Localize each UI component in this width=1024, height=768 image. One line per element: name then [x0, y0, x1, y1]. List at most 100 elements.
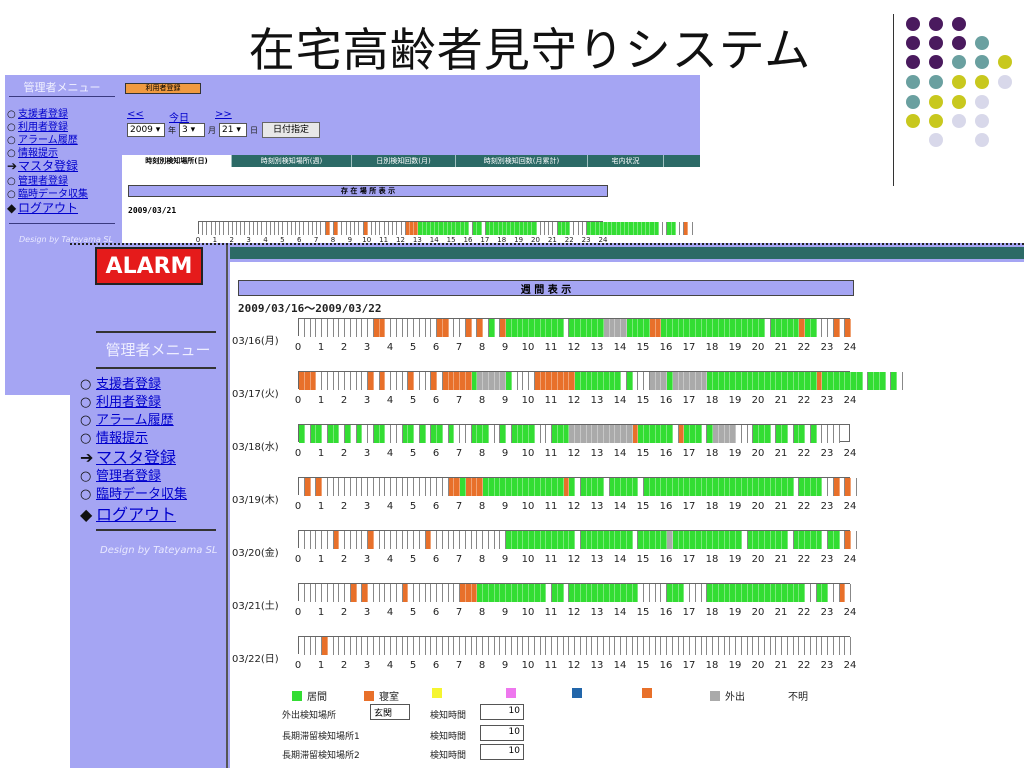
legend-item [506, 688, 521, 698]
hour-tick: 3 [363, 607, 371, 618]
decorative-dot [952, 95, 966, 109]
legend-label: 外出 [725, 692, 745, 703]
day-label: 03/18(水) [232, 442, 279, 453]
hour-tick: 15 [636, 448, 650, 459]
hour-tick: 5 [409, 342, 417, 353]
hour-tick: 11 [544, 607, 558, 618]
hour-axis: 0 1 2 3 4 5 6 7 8 9 10 11 12 13 14 15 16 17 18 19 20 21 22 23 24 [295, 660, 857, 672]
hour-tick: 5 [409, 660, 417, 671]
time-slot [688, 222, 693, 235]
hour-tick: 17 [682, 660, 696, 671]
nav-prev-link[interactable]: << [127, 109, 144, 120]
day-label: 03/16(月) [232, 336, 279, 347]
back-tab[interactable]: 宅内状況 [588, 155, 664, 167]
hour-tick: 6 [432, 342, 440, 353]
decorative-dot [929, 75, 943, 89]
outing-time-input[interactable]: 10 [480, 704, 524, 720]
slide-title: 在宅高齢者見守りシステム [248, 23, 812, 77]
month-select[interactable]: 3 ▾ [179, 123, 205, 137]
legend-label: 居間 [307, 692, 327, 703]
hour-tick: 12 [567, 342, 581, 353]
hour-tick: 1 [317, 501, 325, 512]
hour-tick: 3 [363, 501, 371, 512]
month-suffix: 月 [208, 126, 216, 135]
legend-swatch [292, 690, 302, 701]
menu-bullet-icon: ○ [80, 377, 92, 392]
decorative-dot [952, 114, 966, 128]
nav-today-link[interactable]: 今日 [169, 109, 189, 124]
legend-swatch [364, 690, 374, 701]
hour-tick: 4 [386, 395, 394, 406]
user-register-button[interactable]: 利用者登録 [125, 83, 201, 94]
back-menu-title: 管理者メニュー [23, 81, 101, 94]
front-menu-item[interactable]: ◆ ログアウト [80, 501, 176, 525]
hour-tick: 1 [317, 607, 325, 618]
legend-item: 居間 [292, 688, 327, 703]
outing-time-label: 検知時間 [430, 711, 467, 721]
stay1-time-input[interactable]: 10 [480, 725, 524, 741]
day-bar [298, 477, 857, 496]
hour-tick: 21 [774, 342, 788, 353]
back-tab[interactable]: 時刻別検知場所(日) [122, 155, 232, 167]
week-header: 週 間 表 示 [238, 280, 854, 296]
front-menu-item[interactable]: ○ 臨時データ収集 [80, 483, 187, 502]
hour-tick: 15 [636, 395, 650, 406]
alarm-button[interactable]: ALARM [95, 247, 203, 285]
dotted-border [70, 243, 1024, 245]
menu-bullet-icon: ○ [80, 487, 92, 502]
menu-bullet-icon: ○ [80, 395, 92, 410]
decorative-dot [975, 95, 989, 109]
back-menu-item[interactable]: ○ 臨時データ収集 [7, 185, 88, 200]
day-label: 03/17(火) [232, 389, 279, 400]
hour-tick: 14 [613, 342, 627, 353]
legend-swatch [506, 688, 516, 698]
hour-tick: 8 [478, 395, 486, 406]
hour-tick: 23 [820, 501, 834, 512]
back-tab[interactable]: 時刻別検知回数(月累計) [456, 155, 588, 167]
hour-tick: 13 [590, 554, 604, 565]
hour-tick: 14 [613, 395, 627, 406]
hour-tick: 4 [386, 448, 394, 459]
year-select[interactable]: 2009 ▾ [127, 123, 165, 137]
hour-tick: 10 [521, 607, 535, 618]
stay2-time-input[interactable]: 10 [480, 744, 524, 760]
hour-tick: 16 [659, 607, 673, 618]
hour-tick: 19 [728, 554, 742, 565]
front-menu-item[interactable]: ○ 支援者登録 [80, 373, 161, 392]
back-tab[interactable]: 日別検知回数(月) [352, 155, 456, 167]
hour-tick: 7 [455, 607, 463, 618]
decorative-dot [975, 75, 989, 89]
outing-location-input[interactable]: 玄関 [370, 704, 410, 720]
hour-tick: 2 [340, 660, 348, 671]
hour-tick: 19 [728, 448, 742, 459]
hour-tick: 18 [705, 554, 719, 565]
date-specify-button[interactable]: 日付指定 [262, 122, 320, 138]
day-bar [298, 371, 903, 390]
decorative-dot [975, 36, 989, 50]
decorative-dot [952, 55, 966, 69]
front-menu-item[interactable]: ○ 利用者登録 [80, 391, 161, 410]
hour-tick: 6 [432, 660, 440, 671]
hour-axis: 0 1 2 3 4 5 6 7 8 9 10 11 12 13 14 15 16 17 18 19 20 21 22 23 24 [294, 554, 857, 566]
back-tab[interactable]: 時刻別検知場所(週) [232, 155, 352, 167]
hour-tick: 19 [728, 342, 742, 353]
hour-tick: 3 [363, 448, 371, 459]
hour-tick: 1 [317, 395, 325, 406]
hour-tick: 22 [797, 342, 811, 353]
hour-tick: 0 [294, 554, 302, 565]
day-select[interactable]: 21 ▾ [219, 123, 247, 137]
menu-item-label: 臨時データ収集 [96, 487, 188, 502]
hour-tick: 7 [455, 660, 463, 671]
front-menu-item[interactable]: ○ 管理者登録 [80, 465, 161, 484]
hour-tick: 0 [294, 448, 302, 459]
front-menu-rule-mid [96, 367, 216, 369]
hour-tick: 5 [409, 448, 417, 459]
nav-next-link[interactable]: >> [215, 109, 232, 120]
back-menu-item[interactable]: ◆ ログアウト [7, 199, 78, 216]
hour-tick: 10 [521, 395, 535, 406]
hour-tick: 14 [613, 501, 627, 512]
decorative-dot [975, 133, 989, 147]
hour-tick: 23 [820, 395, 834, 406]
front-menu-item[interactable]: ○ アラーム履歴 [80, 409, 174, 428]
hour-tick: 8 [478, 501, 486, 512]
